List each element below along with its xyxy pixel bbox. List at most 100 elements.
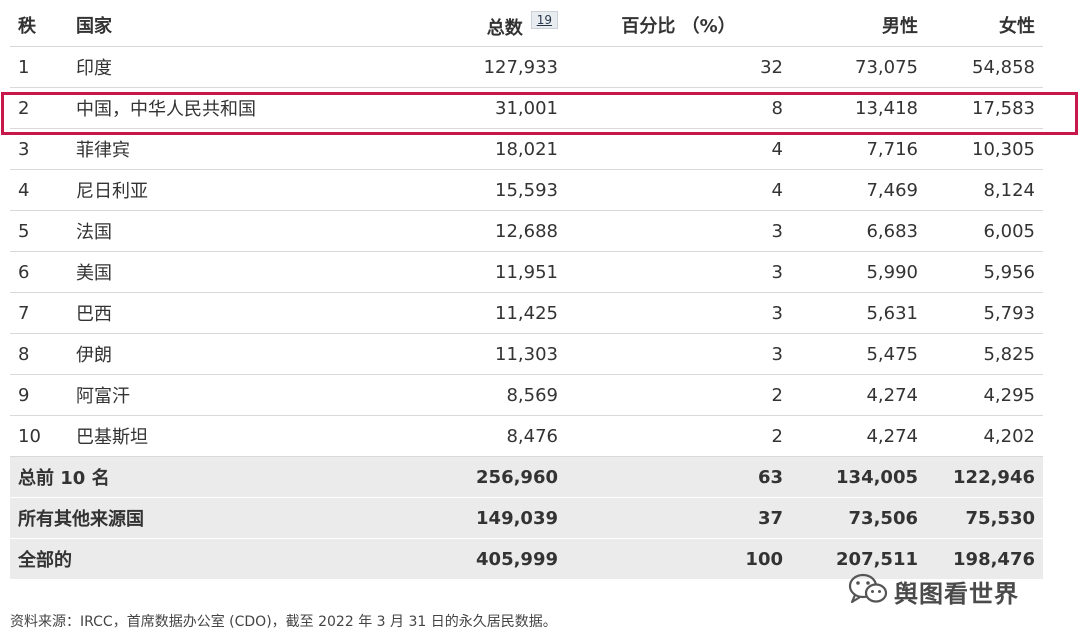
cell-male: 4,274 xyxy=(791,374,926,416)
watermark-text: 舆图看世界 xyxy=(894,579,1019,608)
summary-female: 75,530 xyxy=(926,497,1043,539)
cell-total: 8,569 xyxy=(398,374,566,416)
cell-male: 5,990 xyxy=(791,251,926,293)
wechat-icon xyxy=(848,572,888,610)
cell-male: 73,075 xyxy=(791,46,926,88)
cell-country: 中国，中华人民共和国 xyxy=(68,87,398,129)
cell-country: 菲律宾 xyxy=(68,128,398,170)
immigration-table-container: 秩 国家 总数 19 百分比 （%） 男性 女性 1 印度 127,933 32 … xyxy=(10,4,1043,580)
cell-percent: 4 xyxy=(566,169,791,211)
cell-percent: 3 xyxy=(566,333,791,375)
header-country: 国家 xyxy=(68,4,398,47)
cell-male: 13,418 xyxy=(791,87,926,129)
cell-female: 5,956 xyxy=(926,251,1043,293)
cell-male: 4,274 xyxy=(791,415,926,457)
summary-percent: 100 xyxy=(566,538,791,580)
cell-rank: 10 xyxy=(10,415,68,457)
cell-country: 美国 xyxy=(68,251,398,293)
cell-female: 5,793 xyxy=(926,292,1043,334)
header-total: 总数 19 xyxy=(398,4,566,47)
cell-female: 8,124 xyxy=(926,169,1043,211)
cell-rank: 5 xyxy=(10,210,68,252)
cell-rank: 3 xyxy=(10,128,68,170)
table-row: 7 巴西 11,425 3 5,631 5,793 xyxy=(10,292,1043,334)
table-row: 6 美国 11,951 3 5,990 5,956 xyxy=(10,251,1043,293)
cell-total: 11,303 xyxy=(398,333,566,375)
summary-row-top10: 总前 10 名 256,960 63 134,005 122,946 xyxy=(10,456,1043,498)
cell-country: 阿富汗 xyxy=(68,374,398,416)
table-row: 4 尼日利亚 15,593 4 7,469 8,124 xyxy=(10,169,1043,211)
cell-country: 尼日利亚 xyxy=(68,169,398,211)
summary-percent: 63 xyxy=(566,456,791,498)
summary-total: 405,999 xyxy=(398,538,566,580)
cell-percent: 8 xyxy=(566,87,791,129)
header-rank: 秩 xyxy=(10,4,68,47)
table-row-highlighted: 2 中国，中华人民共和国 31,001 8 13,418 17,583 xyxy=(10,87,1043,129)
table-row: 8 伊朗 11,303 3 5,475 5,825 xyxy=(10,333,1043,375)
cell-male: 7,469 xyxy=(791,169,926,211)
header-percent: 百分比 （%） xyxy=(566,4,791,47)
summary-label: 全部的 xyxy=(10,538,398,580)
cell-total: 11,425 xyxy=(398,292,566,334)
cell-female: 4,202 xyxy=(926,415,1043,457)
summary-label: 所有其他来源国 xyxy=(10,497,398,539)
cell-female: 54,858 xyxy=(926,46,1043,88)
summary-label: 总前 10 名 xyxy=(10,456,398,498)
summary-female: 122,946 xyxy=(926,456,1043,498)
cell-rank: 6 xyxy=(10,251,68,293)
watermark: 舆图看世界 xyxy=(848,572,1019,610)
cell-total: 12,688 xyxy=(398,210,566,252)
header-male: 男性 xyxy=(791,4,926,47)
cell-male: 5,475 xyxy=(791,333,926,375)
cell-total: 127,933 xyxy=(398,46,566,88)
cell-percent: 2 xyxy=(566,415,791,457)
table-row: 1 印度 127,933 32 73,075 54,858 xyxy=(10,46,1043,88)
cell-total: 31,001 xyxy=(398,87,566,129)
cell-total: 11,951 xyxy=(398,251,566,293)
summary-row-others: 所有其他来源国 149,039 37 73,506 75,530 xyxy=(10,497,1043,539)
cell-rank: 7 xyxy=(10,292,68,334)
cell-percent: 3 xyxy=(566,251,791,293)
cell-male: 6,683 xyxy=(791,210,926,252)
permanent-residents-table: 秩 国家 总数 19 百分比 （%） 男性 女性 1 印度 127,933 32 … xyxy=(10,4,1043,580)
header-female: 女性 xyxy=(926,4,1043,47)
cell-country: 法国 xyxy=(68,210,398,252)
cell-female: 6,005 xyxy=(926,210,1043,252)
cell-female: 5,825 xyxy=(926,333,1043,375)
cell-percent: 32 xyxy=(566,46,791,88)
cell-total: 8,476 xyxy=(398,415,566,457)
cell-rank: 4 xyxy=(10,169,68,211)
table-header-row: 秩 国家 总数 19 百分比 （%） 男性 女性 xyxy=(10,4,1043,47)
cell-percent: 4 xyxy=(566,128,791,170)
summary-male: 134,005 xyxy=(791,456,926,498)
cell-rank: 1 xyxy=(10,46,68,88)
summary-male: 73,506 xyxy=(791,497,926,539)
cell-female: 10,305 xyxy=(926,128,1043,170)
table-row: 5 法国 12,688 3 6,683 6,005 xyxy=(10,210,1043,252)
summary-percent: 37 xyxy=(566,497,791,539)
cell-rank: 8 xyxy=(10,333,68,375)
summary-total: 256,960 xyxy=(398,456,566,498)
footnote-link[interactable]: 19 xyxy=(530,10,558,29)
cell-female: 17,583 xyxy=(926,87,1043,129)
cell-total: 18,021 xyxy=(398,128,566,170)
cell-country: 伊朗 xyxy=(68,333,398,375)
table-row: 9 阿富汗 8,569 2 4,274 4,295 xyxy=(10,374,1043,416)
cell-percent: 3 xyxy=(566,292,791,334)
cell-percent: 3 xyxy=(566,210,791,252)
table-row: 3 菲律宾 18,021 4 7,716 10,305 xyxy=(10,128,1043,170)
header-total-label: 总数 xyxy=(486,17,523,39)
cell-country: 巴西 xyxy=(68,292,398,334)
cell-percent: 2 xyxy=(566,374,791,416)
cell-rank: 9 xyxy=(10,374,68,416)
cell-rank: 2 xyxy=(10,87,68,129)
cell-female: 4,295 xyxy=(926,374,1043,416)
cell-male: 5,631 xyxy=(791,292,926,334)
table-row: 10 巴基斯坦 8,476 2 4,274 4,202 xyxy=(10,415,1043,457)
cell-country: 印度 xyxy=(68,46,398,88)
cell-male: 7,716 xyxy=(791,128,926,170)
source-note: 资料来源：IRCC，首席数据办公室 (CDO)，截至 2022 年 3 月 31… xyxy=(10,614,557,630)
cell-total: 15,593 xyxy=(398,169,566,211)
cell-country: 巴基斯坦 xyxy=(68,415,398,457)
summary-total: 149,039 xyxy=(398,497,566,539)
